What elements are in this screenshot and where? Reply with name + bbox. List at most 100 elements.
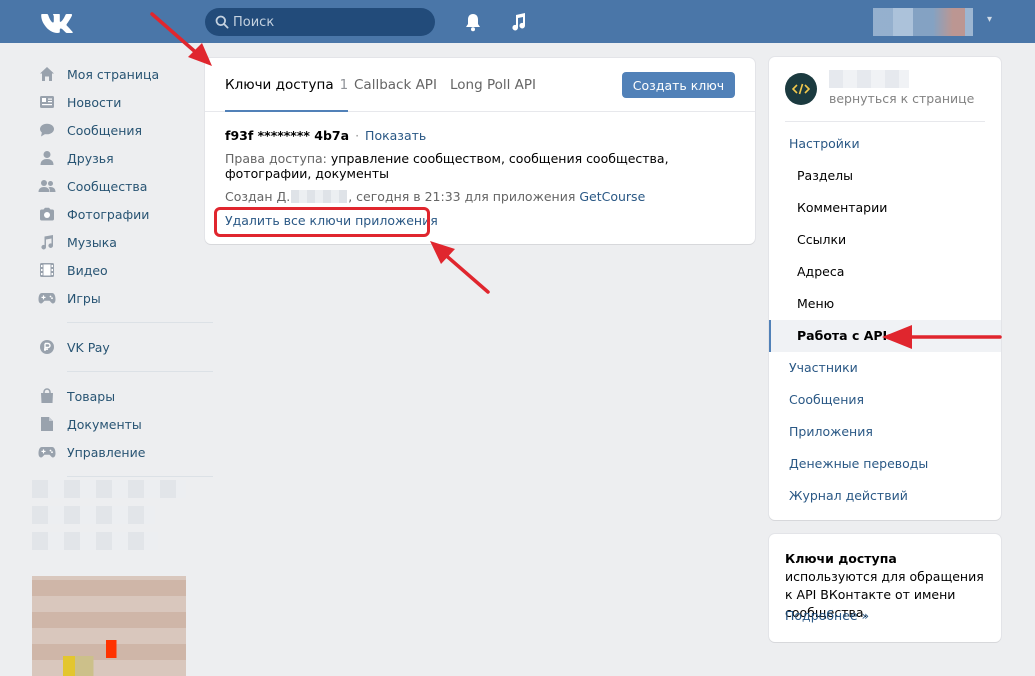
bell-icon[interactable] [464, 12, 482, 32]
tab-callback-api[interactable]: Callback API [354, 58, 437, 112]
rights-label: Права доступа: [225, 151, 327, 166]
document-icon [38, 415, 56, 433]
create-key-button[interactable]: Создать ключ [622, 72, 735, 98]
sidebar-item-goods[interactable]: Товары [38, 382, 188, 410]
sidebar-item-label: Новости [67, 94, 122, 110]
menu-item-settings[interactable]: Настройки [769, 128, 1001, 160]
chevron-down-icon[interactable]: ▾ [987, 14, 992, 25]
menu-item-members[interactable]: Участники [769, 352, 1001, 384]
tab-long-poll-api[interactable]: Long Poll API [450, 58, 536, 112]
vkpay-icon [38, 338, 56, 356]
divider [67, 371, 213, 372]
search-icon [215, 15, 229, 29]
menu-item-menu[interactable]: Меню [769, 288, 1001, 320]
tab-access-keys[interactable]: Ключи доступа 1 [225, 58, 349, 112]
search-box[interactable] [205, 8, 435, 36]
blurred-line [32, 480, 186, 498]
friend-icon [38, 149, 56, 167]
tab-count: 1 [339, 77, 349, 93]
sidebar-item-label: Моя страница [67, 66, 160, 82]
gamepad-icon [38, 289, 56, 307]
vk-logo-icon[interactable] [40, 11, 74, 33]
sidebar-item-video[interactable]: Видео [38, 256, 188, 284]
blurred-name [291, 190, 348, 203]
divider [67, 476, 213, 477]
sidebar-item-vkpay[interactable]: VK Pay [38, 333, 188, 361]
created-prefix: Создан Д. [225, 189, 291, 204]
right-menu-card: вернуться к странице Настройки Разделы К… [769, 57, 1001, 520]
gamepad-icon [38, 443, 56, 461]
menu-item-sections[interactable]: Разделы [769, 160, 1001, 192]
key-value: f93f ******** 4b7a [225, 128, 350, 143]
menu-item-money-transfers[interactable]: Денежные переводы [769, 448, 1001, 480]
menu-item-action-log[interactable]: Журнал действий [769, 480, 1001, 512]
blurred-group-name [829, 70, 909, 88]
menu-item-messages[interactable]: Сообщения [769, 384, 1001, 416]
tab-label: Long Poll API [450, 77, 537, 93]
sidebar-item-documents[interactable]: Документы [38, 410, 188, 438]
info-card: Ключи доступа используются для обращения… [769, 534, 1001, 642]
sidebar-item-label: Фотографии [67, 206, 150, 222]
video-icon [38, 261, 56, 279]
menu-item-apps[interactable]: Приложения [769, 416, 1001, 448]
sidebar-item-label: Видео [67, 262, 108, 278]
sidebar-item-label: Товары [67, 388, 116, 404]
show-key-link[interactable]: Показать [365, 128, 426, 143]
menu-item-comments[interactable]: Комментарии [769, 192, 1001, 224]
sidebar-item-music[interactable]: Музыка [38, 228, 188, 256]
music-icon[interactable] [509, 12, 527, 32]
sidebar-item-messages[interactable]: Сообщения [38, 116, 188, 144]
menu-item-links[interactable]: Ссылки [769, 224, 1001, 256]
message-icon [38, 121, 56, 139]
music-icon [38, 233, 56, 251]
group-avatar[interactable] [785, 73, 817, 105]
camera-icon [38, 205, 56, 223]
blurred-line [32, 532, 159, 550]
bag-icon [38, 387, 56, 405]
search-input[interactable] [233, 8, 428, 36]
access-rights: Права доступа: управление сообществом, с… [225, 151, 735, 181]
sidebar-item-label: VK Pay [67, 339, 110, 355]
sidebar-item-games[interactable]: Игры [38, 284, 188, 312]
sidebar-item-friends[interactable]: Друзья [38, 144, 188, 172]
divider [785, 121, 985, 122]
sidebar-item-label: Музыка [67, 234, 117, 250]
created-suffix: , сегодня в 21:33 для приложения [348, 189, 576, 204]
sidebar-item-label: Игры [67, 290, 101, 306]
arrow-to-delete-link [430, 241, 490, 294]
menu-item-api[interactable]: Работа с API [769, 320, 1001, 352]
sidebar-item-label: Управление [67, 444, 146, 460]
top-header: ▾ [0, 0, 1035, 43]
menu-item-addresses[interactable]: Адреса [769, 256, 1001, 288]
tab-label: Callback API [354, 77, 437, 93]
blurred-ads [32, 480, 186, 558]
left-sidebar: Моя страница Новости Сообщения Друзья Со… [38, 60, 213, 487]
sidebar-item-photos[interactable]: Фотографии [38, 200, 188, 228]
sidebar-item-label: Сообщения [67, 122, 143, 138]
created-info: Создан Д. , сегодня в 21:33 для приложени… [225, 189, 645, 204]
tab-label: Ключи доступа [225, 77, 334, 93]
divider [67, 322, 213, 323]
sidebar-item-news[interactable]: Новости [38, 88, 188, 116]
back-to-page-link[interactable]: вернуться к странице [829, 91, 974, 106]
sidebar-item-label: Друзья [67, 150, 114, 166]
avatar[interactable] [873, 8, 973, 36]
tabs-bar: Ключи доступа 1 Callback API Long Poll AP… [205, 58, 755, 112]
app-link[interactable]: GetCourse [579, 189, 645, 204]
sidebar-item-groups[interactable]: Сообщества [38, 172, 188, 200]
blurred-line [32, 506, 156, 524]
key-row: f93f ******** 4b7a · Показать [225, 128, 426, 143]
info-bold: Ключи доступа [785, 551, 897, 566]
sidebar-item-my-page[interactable]: Моя страница [38, 60, 188, 88]
separator: · [355, 128, 360, 143]
sidebar-item-label: Сообщества [67, 178, 148, 194]
sidebar-item-management[interactable]: Управление [38, 438, 188, 466]
learn-more-link[interactable]: Подробнее » [785, 608, 869, 623]
blurred-image [32, 576, 186, 676]
code-icon [792, 83, 810, 95]
news-icon [38, 93, 56, 111]
annotation-highlight-box [214, 207, 430, 237]
sidebar-item-label: Документы [67, 416, 142, 432]
home-icon [38, 65, 56, 83]
groups-icon [38, 177, 56, 195]
